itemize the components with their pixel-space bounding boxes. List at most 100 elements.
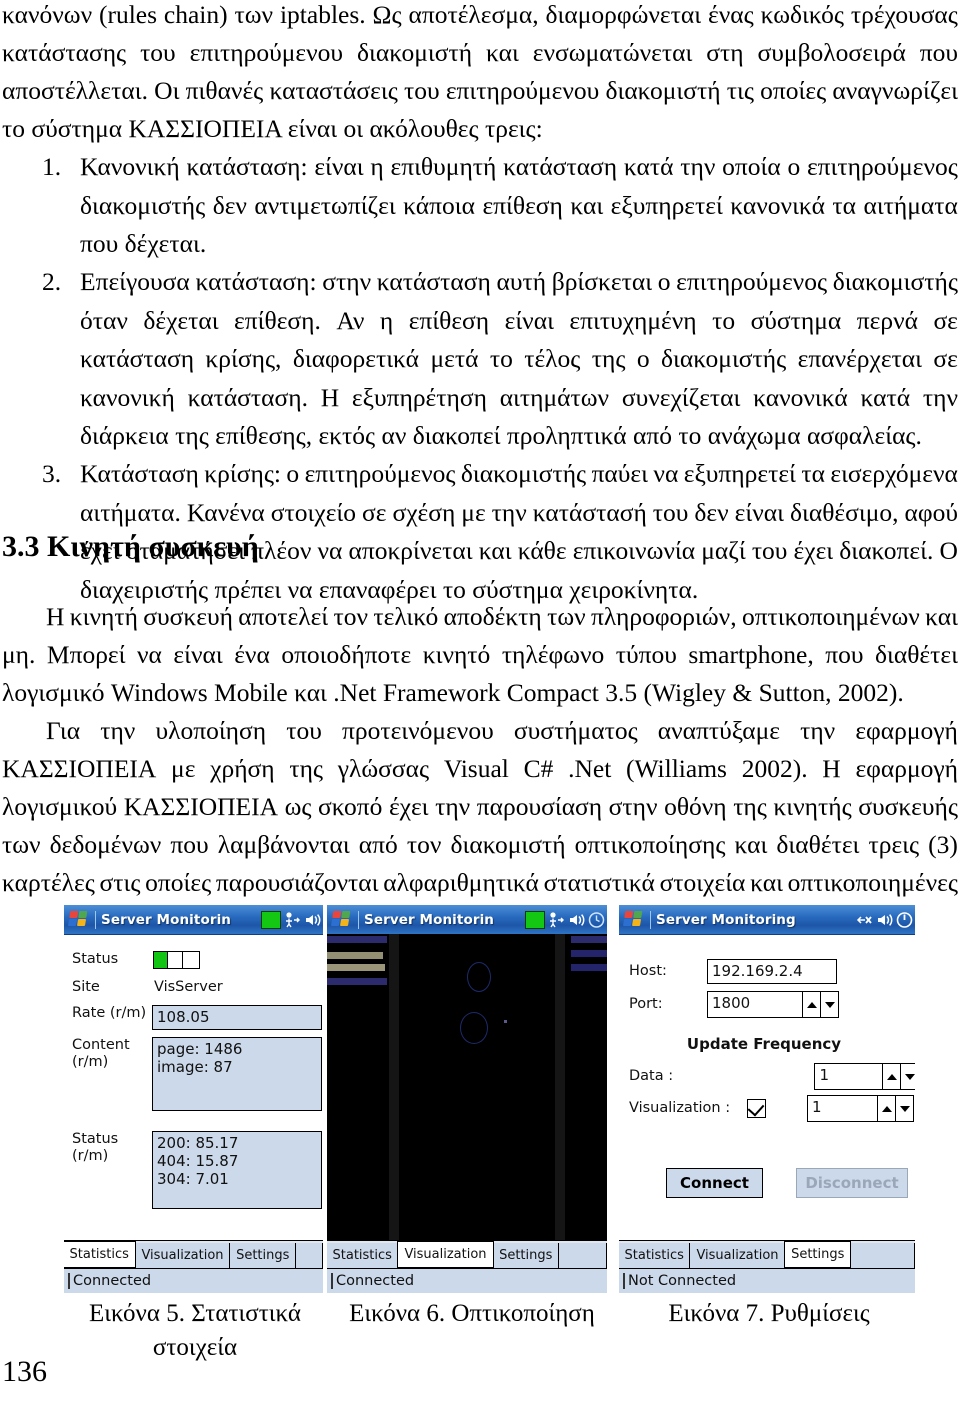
word: κινητή [69, 602, 138, 631]
word: την [491, 497, 527, 527]
connect-button[interactable]: Connect [666, 1168, 763, 1198]
data-frequency-stepper[interactable]: 1 [814, 1063, 915, 1090]
tab-settings[interactable]: Settings [784, 1241, 852, 1268]
word: το [489, 344, 513, 373]
tab-statistics[interactable]: Statistics [619, 1243, 691, 1268]
word: συσκευής [858, 792, 958, 821]
status-rate-value-field[interactable]: 200: 85.17 404: 15.87 304: 7.01 [152, 1131, 322, 1209]
word: διαθέσιμο, [789, 497, 899, 527]
word: στοιχεία [659, 868, 746, 897]
viz-bar [327, 978, 387, 985]
viz-bar [327, 936, 387, 943]
paragraph-1-l3: αποστέλλεται. Οι πιθανές καταστάσεις του επιτ… [2, 72, 958, 111]
word: πιθανές [185, 76, 264, 105]
word: διακομιστή [450, 830, 566, 859]
word: και [750, 868, 783, 897]
port-stepper[interactable]: 1800 [707, 991, 839, 1018]
text-line: Κατάσταση κρίσης: ο επιτηρούμενος διακομιστή… [80, 455, 958, 494]
visualization-canvas[interactable] [327, 934, 607, 1240]
status-rate-label-line1: Status [72, 1131, 119, 1147]
word: κατάστασης [2, 38, 127, 67]
list-marker: 1. [42, 152, 62, 181]
clock-icon[interactable] [588, 911, 605, 929]
tab-visualization[interactable]: Visualization [397, 1241, 494, 1268]
tab-statistics[interactable]: Statistics [327, 1243, 399, 1268]
word: Η [46, 602, 65, 631]
content-value-field[interactable]: page: 1486 image: 87 [152, 1037, 322, 1111]
host-input[interactable]: 192.169.2.4 [707, 959, 837, 984]
tab-visualization[interactable]: Visualization [689, 1243, 786, 1268]
word: λαμβάνονται [217, 830, 350, 859]
word: Μπορεί [46, 640, 126, 669]
text-line: κατάσταση κρίσης, διαφορετικά μετά το τέλος τη… [80, 340, 958, 379]
rate-value-field[interactable]: 108.05 [152, 1005, 322, 1030]
visualization-frequency-value[interactable]: 1 [808, 1096, 877, 1121]
data-frequency-value[interactable]: 1 [815, 1064, 882, 1089]
word: η [370, 152, 384, 181]
visualization-frequency-stepper[interactable]: 1 [807, 1095, 914, 1122]
word: σε [933, 344, 958, 373]
word: του [404, 76, 440, 105]
volume-icon[interactable] [568, 911, 585, 929]
power-icon[interactable] [896, 911, 913, 929]
word: αιτήματα. [80, 497, 181, 527]
titlebar: Server Monitorin [64, 905, 323, 935]
tab-visualization[interactable]: Visualization [134, 1243, 231, 1268]
viz-bar [327, 952, 383, 959]
word: του [286, 716, 322, 745]
word: κανόνων [2, 0, 93, 29]
status-caret [623, 1273, 625, 1289]
port-increment-button[interactable] [803, 992, 820, 1017]
status-label: Status [72, 951, 119, 967]
tab-settings[interactable]: Settings [229, 1243, 297, 1268]
word: τον [406, 830, 442, 859]
word: με [171, 754, 196, 783]
tab-settings[interactable]: Settings [492, 1243, 560, 1268]
tab-bar: Statistics Visualization Settings [619, 1240, 915, 1268]
word: ως [284, 792, 312, 821]
paragraph-2: Ηκινητή συσκευή αποτελεί τον τελικό αποδέκτη τ… [2, 598, 958, 637]
word: κάποια [403, 190, 475, 220]
word: οποιοδήποτε [281, 640, 412, 669]
word: και [925, 602, 958, 631]
connection-icon[interactable] [284, 911, 301, 929]
word: και [734, 830, 768, 859]
word: Ως [372, 0, 402, 29]
word: τις [726, 76, 754, 105]
word: Οι [154, 76, 180, 105]
status-code-404: 404: 15.87 [157, 1152, 239, 1170]
tab-statistics[interactable]: Statistics [64, 1241, 136, 1268]
content-value-line1: page: 1486 [157, 1040, 243, 1058]
start-flag-icon[interactable] [619, 905, 649, 934]
page-number: 136 [2, 1355, 47, 1388]
data-decrement-button[interactable] [900, 1064, 915, 1089]
viz-bar [571, 936, 607, 943]
word: της [289, 754, 324, 783]
word: καρτέλες [2, 868, 95, 897]
data-frequency-row: Data : 1 [629, 1063, 915, 1090]
port-decrement-button[interactable] [820, 992, 838, 1017]
triangle-down-icon [899, 1105, 910, 1112]
start-flag-icon[interactable] [327, 905, 357, 934]
visualization-checkbox[interactable] [747, 1099, 766, 1118]
visualization-increment-button[interactable] [878, 1096, 895, 1121]
connection-icon[interactable] [548, 911, 565, 929]
disconnected-icon[interactable] [856, 911, 873, 929]
word: επιτηρούμενου [189, 38, 344, 67]
port-value[interactable]: 1800 [708, 992, 802, 1017]
word: διαμορφώνεται [545, 0, 702, 29]
port-stepper-buttons [802, 992, 838, 1017]
word: στη [706, 38, 744, 67]
text-line: αιτήματα. Κανένα στοιχείο σε σχέση με την κατάσ… [80, 494, 958, 533]
word: αφού [904, 497, 958, 527]
start-flag-icon[interactable] [64, 905, 94, 934]
word: επιτηρούμενου [445, 76, 600, 105]
word: ένα [234, 640, 270, 669]
word: οπτικοποιημένες [787, 868, 958, 897]
volume-icon[interactable] [876, 911, 893, 929]
list-item-2: 2. Επείγουσα κατάσταση: στην κατάσταση αυτή β… [2, 263, 958, 456]
volume-icon[interactable] [304, 911, 321, 929]
visualization-decrement-button[interactable] [895, 1096, 913, 1121]
data-increment-button[interactable] [883, 1064, 900, 1089]
word: ενσωματώνεται [532, 38, 693, 67]
